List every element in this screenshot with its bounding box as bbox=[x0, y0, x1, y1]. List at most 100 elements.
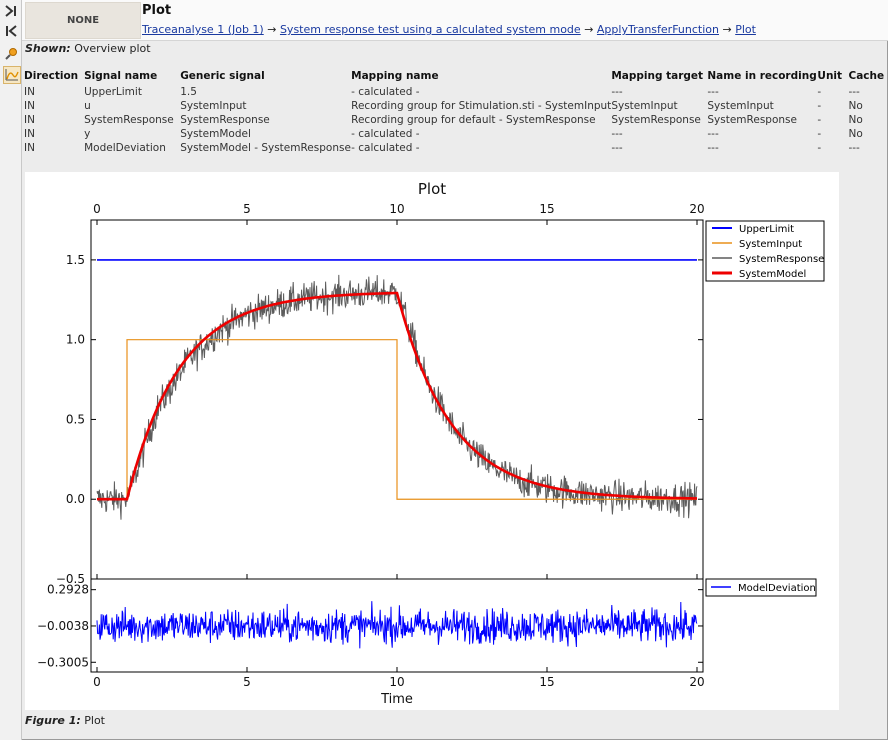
none-button[interactable]: NONE bbox=[25, 2, 141, 39]
table-cell: Recording group for Stimulation.sti - Sy… bbox=[351, 100, 612, 112]
axis-layer: 0055101015152020−0.50.00.51.01.50.2928−0… bbox=[37, 202, 705, 689]
y-tick-label: 1.0 bbox=[66, 333, 85, 347]
table-cell: Recording group for default - SystemResp… bbox=[351, 114, 596, 126]
table-cell: SystemInput bbox=[180, 100, 247, 112]
collapse-left-icon[interactable] bbox=[3, 23, 19, 39]
legend-label-upperlimit: UpperLimit bbox=[739, 224, 794, 235]
legend-label-modeldeviation: ModelDeviation bbox=[738, 583, 816, 594]
breadcrumb-item-function[interactable]: ApplyTransferFunction bbox=[597, 23, 719, 36]
table-cell: SystemResponse bbox=[180, 114, 270, 126]
table-cell: --- bbox=[611, 128, 623, 140]
plot-figure: Plot 0 0 5 5 10 10 15 15 20 20 −0.5 0.0 0.5 1.0 1.5 0.2… bbox=[25, 172, 839, 710]
table-cell: SystemModel bbox=[180, 128, 251, 140]
table-cell: SystemResponse bbox=[707, 114, 797, 126]
table-row: IN u SystemInput Recording group for Sti… bbox=[24, 99, 888, 113]
table-cell: IN bbox=[24, 100, 35, 112]
table-cell: SystemResponse bbox=[611, 114, 701, 126]
column-header: Mapping name bbox=[351, 70, 439, 82]
shown-label: Shown: bbox=[25, 42, 71, 55]
table-cell: IN bbox=[24, 128, 35, 140]
x-tick-label: 20 bbox=[689, 675, 704, 689]
table-cell: - calculated - bbox=[351, 142, 420, 154]
table-cell: --- bbox=[611, 142, 623, 154]
table-cell: IN bbox=[24, 142, 35, 154]
table-cell: - calculated - bbox=[351, 128, 420, 140]
table-row: IN y SystemModel - calculated - --- --- … bbox=[24, 127, 888, 141]
table-cell: --- bbox=[707, 86, 719, 98]
column-header: Cache bbox=[848, 70, 885, 82]
column-header: Mapping target bbox=[611, 70, 704, 82]
header: NONE Plot Traceanalyse 1 (Job 1) → Syste… bbox=[22, 0, 888, 41]
table-cell: u bbox=[84, 100, 91, 112]
x-tick-label-top: 5 bbox=[243, 202, 251, 216]
y-tick-label: 0.0 bbox=[66, 492, 85, 506]
series-line-modeldeviation bbox=[96, 601, 698, 649]
main-series-group bbox=[96, 259, 698, 520]
x-tick-label-top: 10 bbox=[389, 202, 404, 216]
table-header-row: Direction Signal name Generic signal Map… bbox=[24, 70, 888, 85]
breadcrumb-item-traceanalyse[interactable]: Traceanalyse 1 (Job 1) bbox=[142, 23, 264, 36]
column-header: Name in recording bbox=[707, 70, 817, 82]
table-cell: 1.5 bbox=[180, 86, 197, 98]
breadcrumb-arrow-icon: → bbox=[267, 23, 277, 36]
breadcrumb-arrow-icon: → bbox=[722, 23, 732, 36]
table-cell: --- bbox=[707, 142, 719, 154]
table-row: IN SystemResponse SystemResponse Recordi… bbox=[24, 113, 888, 127]
table-cell: - bbox=[817, 128, 822, 140]
y-tick-label: 1.5 bbox=[66, 253, 85, 267]
left-toolbar bbox=[0, 0, 22, 740]
table-cell: No bbox=[848, 128, 863, 140]
table-cell: No bbox=[848, 114, 863, 126]
plot-icon[interactable] bbox=[3, 66, 21, 84]
table-cell: IN bbox=[24, 114, 35, 126]
main-legend: UpperLimit SystemInput SystemResponse Sy… bbox=[705, 220, 825, 282]
signal-table: Direction Signal name Generic signal Map… bbox=[24, 70, 888, 155]
breadcrumb: Traceanalyse 1 (Job 1) → System response… bbox=[142, 23, 756, 36]
x-tick-label: 0 bbox=[93, 675, 101, 689]
column-header: Generic signal bbox=[180, 70, 265, 82]
table-cell: UpperLimit bbox=[84, 86, 142, 98]
plot-chart: Plot 0055101015152020−0.50.00.51.01.50.2… bbox=[37, 180, 825, 707]
table-cell: ModelDeviation bbox=[84, 142, 166, 154]
table-cell: --- bbox=[707, 128, 719, 140]
figure-caption: Figure 1: Plot bbox=[25, 714, 105, 727]
breadcrumb-item-plot[interactable]: Plot bbox=[735, 23, 756, 36]
x-tick-label-top: 0 bbox=[93, 202, 101, 216]
figure-caption-label: Figure 1: bbox=[25, 714, 81, 727]
y-tick-label: −0.3005 bbox=[37, 655, 89, 669]
shown-line: Shown: Overview plot bbox=[25, 42, 151, 55]
table-cell: No bbox=[848, 100, 863, 112]
expand-right-icon[interactable] bbox=[3, 3, 19, 19]
breadcrumb-arrow-icon: → bbox=[584, 23, 594, 36]
table-cell: --- bbox=[611, 86, 623, 98]
deviation-series-group bbox=[96, 601, 698, 649]
table-cell: --- bbox=[848, 86, 860, 98]
table-row: IN ModelDeviation SystemModel - SystemRe… bbox=[24, 141, 888, 155]
legend-label-systeminput: SystemInput bbox=[739, 239, 802, 250]
table-cell: IN bbox=[24, 86, 35, 98]
legend-label-systemmodel: SystemModel bbox=[739, 269, 806, 280]
x-tick-label: 10 bbox=[389, 675, 404, 689]
shown-value: Overview plot bbox=[74, 42, 151, 55]
series-line-systeminput bbox=[97, 339, 697, 500]
deviation-legend: ModelDeviation bbox=[705, 578, 817, 597]
table-cell: - bbox=[817, 114, 822, 126]
y-tick-label: 0.2928 bbox=[47, 583, 89, 597]
table-cell: - calculated - bbox=[351, 86, 420, 98]
column-header: Signal name bbox=[84, 70, 158, 82]
table-cell: - bbox=[817, 100, 822, 112]
figure-caption-value: Plot bbox=[84, 714, 105, 727]
legend-label-systemresponse: SystemResponse bbox=[739, 254, 824, 265]
y-tick-label: −0.0038 bbox=[37, 619, 89, 633]
x-tick-label-top: 20 bbox=[689, 202, 704, 216]
table-row: IN UpperLimit 1.5 - calculated - --- ---… bbox=[24, 85, 888, 99]
probe-icon[interactable] bbox=[3, 46, 19, 62]
table-cell: --- bbox=[848, 142, 860, 154]
chart-title: Plot bbox=[418, 180, 446, 198]
table-cell: y bbox=[84, 128, 91, 140]
table-cell: SystemInput bbox=[707, 100, 774, 112]
x-tick-label: 5 bbox=[243, 675, 251, 689]
breadcrumb-item-test[interactable]: System response test using a calculated … bbox=[280, 23, 581, 36]
x-tick-label-top: 15 bbox=[539, 202, 554, 216]
y-tick-label: 0.5 bbox=[66, 412, 85, 426]
